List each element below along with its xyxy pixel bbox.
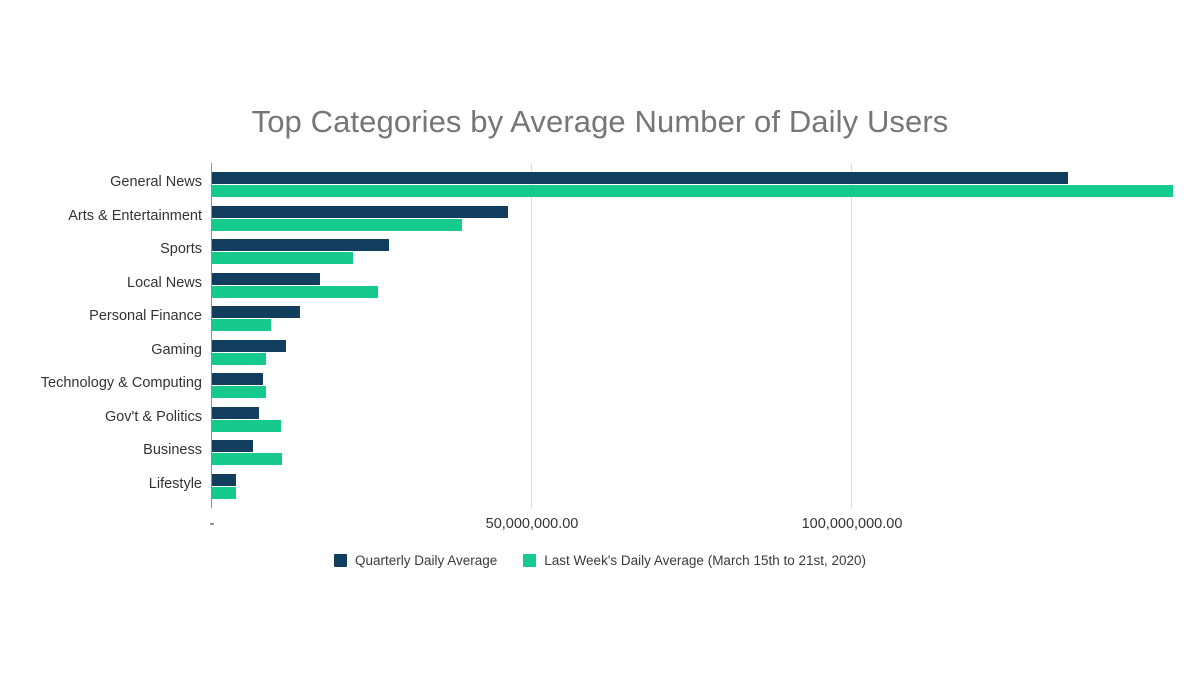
chart-row: Lifestyle bbox=[0, 472, 1200, 506]
chart-legend: Quarterly Daily Average Last Week's Daily… bbox=[0, 553, 1200, 568]
bar-0-5[interactable] bbox=[212, 339, 286, 352]
x-tick-label: 100,000,000.00 bbox=[801, 516, 903, 532]
chart-container: Top Categories by Average Number of Dail… bbox=[0, 0, 1200, 675]
chart-title: Top Categories by Average Number of Dail… bbox=[251, 104, 949, 139]
bar-1-9[interactable] bbox=[212, 486, 236, 499]
legend-label: Quarterly Daily Average bbox=[354, 553, 498, 568]
chart-row: Sports bbox=[0, 237, 1200, 271]
chart-row: General News bbox=[0, 170, 1200, 204]
bar-1-2[interactable] bbox=[212, 252, 354, 264]
category-label: Business bbox=[143, 442, 202, 458]
chart-row: Gov't & Politics bbox=[0, 405, 1200, 439]
category-label: Technology & Computing bbox=[40, 375, 202, 391]
plot-area: General News Arts & Entertainment Sports Lo… bbox=[0, 163, 1200, 508]
bar-0-8[interactable] bbox=[212, 440, 253, 452]
bar-rows: General News Arts & Entertainment Sports Lo… bbox=[0, 163, 1200, 508]
chart-row: Arts & Entertainment bbox=[0, 204, 1200, 238]
bar-1-1[interactable] bbox=[212, 218, 462, 231]
bar-0-7[interactable] bbox=[212, 406, 259, 419]
bar-1-4[interactable] bbox=[212, 319, 271, 331]
legend-item-1[interactable]: Last Week's Daily Average (March 15th to… bbox=[523, 553, 866, 568]
chart-row: Personal Finance bbox=[0, 304, 1200, 338]
bar-1-5[interactable] bbox=[212, 352, 266, 365]
bar-1-7[interactable] bbox=[212, 419, 282, 432]
category-label: Gaming bbox=[151, 341, 202, 358]
chart-row: Gaming bbox=[0, 338, 1200, 372]
category-label: Personal Finance bbox=[89, 308, 202, 324]
bar-0-1[interactable] bbox=[212, 205, 509, 218]
category-label: Sports bbox=[160, 241, 202, 257]
chart-row: Local News bbox=[0, 271, 1200, 305]
category-label: General News bbox=[110, 174, 202, 190]
x-axis-tick-labels: - 50,000,000.00 100,000,000.00 bbox=[0, 516, 1200, 540]
bar-0-0[interactable] bbox=[212, 172, 1068, 184]
legend-label: Last Week's Daily Average (March 15th to… bbox=[544, 553, 867, 568]
bar-1-0[interactable] bbox=[212, 185, 1174, 197]
bar-1-3[interactable] bbox=[212, 285, 379, 298]
category-label: Lifestyle bbox=[148, 475, 202, 492]
x-tick-label: - bbox=[209, 516, 215, 532]
bar-0-2[interactable] bbox=[212, 239, 389, 251]
x-tick-label: 50,000,000.00 bbox=[485, 516, 579, 532]
bar-1-6[interactable] bbox=[212, 386, 266, 398]
legend-item-0[interactable]: Quarterly Daily Average bbox=[333, 553, 498, 568]
legend-swatch-icon bbox=[523, 554, 537, 567]
bar-0-3[interactable] bbox=[212, 272, 320, 285]
category-label: Gov't & Politics bbox=[104, 408, 202, 425]
legend-swatch-icon bbox=[333, 554, 347, 567]
category-label: Arts & Entertainment bbox=[68, 207, 202, 224]
category-label: Local News bbox=[127, 274, 202, 291]
chart-row: Technology & Computing bbox=[0, 371, 1200, 405]
bar-0-4[interactable] bbox=[212, 306, 300, 318]
bar-0-9[interactable] bbox=[212, 473, 236, 486]
bar-1-8[interactable] bbox=[212, 453, 283, 465]
bar-0-6[interactable] bbox=[212, 373, 264, 385]
chart-row: Business bbox=[0, 438, 1200, 472]
